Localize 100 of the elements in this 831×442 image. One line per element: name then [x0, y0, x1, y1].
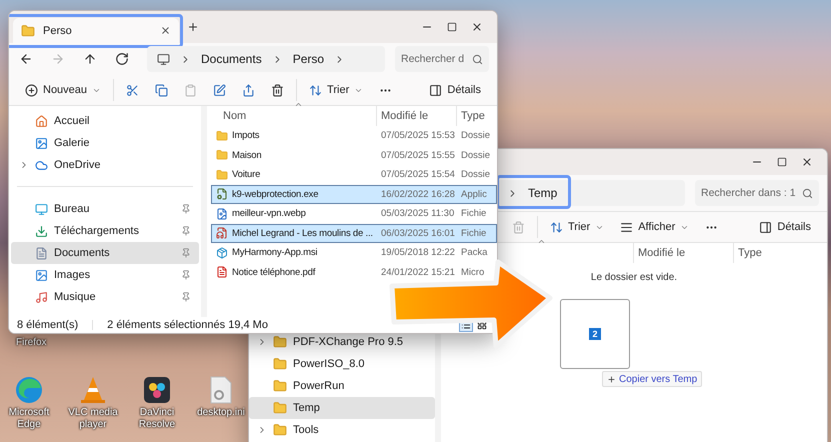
lines-icon	[620, 220, 634, 234]
type-cell: Dossie	[461, 150, 490, 161]
breadcrumb[interactable]: Temp	[528, 186, 558, 200]
plus-icon	[607, 374, 616, 384]
search-field[interactable]: Rechercher d	[395, 46, 489, 72]
sort-button[interactable]: Trier	[301, 77, 372, 103]
nav-item[interactable]: PowerISO_8.0	[249, 353, 435, 375]
cut-icon	[126, 84, 140, 96]
address-bar[interactable]: Documents Perso	[147, 46, 385, 72]
new-tab-button[interactable]	[187, 21, 199, 33]
file-name: MyHarmony-App.msi	[232, 247, 318, 258]
rename-icon	[213, 84, 226, 96]
search-icon	[802, 188, 813, 198]
empty-folder-message: Le dossier est vide.	[590, 272, 678, 283]
type-cell: Fichie	[461, 208, 486, 220]
folder-icon	[216, 149, 228, 162]
copy-icon	[155, 84, 168, 96]
back-icon	[19, 52, 33, 66]
column-header[interactable]: Type	[457, 106, 491, 126]
nav-item[interactable]: PDF-XChange Pro 9.5	[249, 331, 435, 353]
close-icon	[160, 25, 171, 36]
column-header[interactable]: Type	[734, 243, 824, 263]
details-button[interactable]: Détails	[421, 77, 489, 103]
file-row[interactable]: MyHarmony-App.msi 19/05/2018 12:22 Packa	[211, 243, 497, 262]
folder-icon	[273, 357, 287, 371]
close-icon	[801, 156, 813, 168]
sidebar-item[interactable]: OneDrive	[11, 154, 199, 176]
file-row[interactable]: Impots 07/05/2025 15:53 Dossie	[211, 126, 497, 146]
pin-icon	[181, 226, 191, 236]
share-icon	[242, 84, 256, 96]
sort-icon	[550, 220, 563, 234]
panel-icon	[429, 84, 442, 96]
pin-icon	[181, 204, 191, 214]
column-header[interactable]: Nom	[211, 106, 377, 126]
sidebar-item[interactable]: Accueil	[11, 110, 199, 132]
folder-icon	[273, 401, 287, 415]
column-header[interactable]: Modifié le	[377, 106, 457, 126]
breadcrumb[interactable]: Perso	[292, 52, 324, 66]
date-cell: 24/01/2022 15:21	[381, 266, 455, 278]
file-row[interactable]: Michel Legrand - Les moulins de ... 06/03/2025 16:01 Fichie	[211, 224, 497, 243]
up-button[interactable]	[83, 52, 97, 66]
plus-icon	[187, 21, 199, 33]
traffic-cone-icon	[80, 376, 106, 404]
plus-circle-button[interactable]: Nouveau	[17, 77, 110, 103]
close-button[interactable]	[471, 21, 483, 33]
file-row[interactable]: k9-webprotection.exe 16/02/2022 16:28 Applic	[211, 184, 497, 204]
sidebar-item[interactable]: Téléchargements	[11, 220, 199, 242]
date-cell: 16/02/2022 16:28	[381, 188, 455, 200]
file-row[interactable]: Notice téléphone.pdf 24/01/2022 15:21 Micro	[211, 262, 497, 282]
folder-icon	[273, 335, 287, 349]
sidebar-item[interactable]: Galerie	[11, 132, 199, 154]
file-row[interactable]: Maison 07/05/2025 15:55 Dossie	[211, 146, 497, 165]
audio-file-icon	[216, 227, 228, 240]
file-name: Michel Legrand - Les moulins de ...	[232, 228, 373, 239]
maximize-button[interactable]	[777, 156, 787, 168]
maximize-icon	[777, 157, 787, 167]
date-cell: 05/03/2025 11:30	[381, 208, 454, 220]
folder-icon	[273, 379, 287, 393]
close-icon	[471, 21, 483, 33]
settings-file-icon	[209, 376, 233, 404]
folder-icon	[216, 130, 228, 142]
date-cell: 07/05/2025 15:53	[381, 130, 455, 142]
file-row[interactable]: meilleur-vpn.webp 05/03/2025 11:30 Fichie	[211, 204, 497, 224]
file-row[interactable]: Voiture 07/05/2025 15:54 Dossie	[211, 165, 497, 184]
app-icon	[143, 376, 171, 404]
document-icon	[35, 246, 48, 260]
file-name: Impots	[232, 130, 260, 142]
home-icon	[35, 114, 48, 128]
column-header[interactable]: Modifié le	[634, 243, 734, 263]
music-icon	[35, 290, 48, 304]
package-icon	[216, 246, 228, 259]
details-button[interactable]: Détails	[751, 214, 819, 240]
desktop-icon	[35, 202, 48, 216]
folder-icon	[21, 24, 35, 38]
nav-item[interactable]: Temp	[249, 397, 435, 419]
nav-item[interactable]: Tools	[249, 419, 435, 441]
drop-tooltip: Copier vers Temp	[602, 371, 702, 387]
back-button[interactable]	[19, 52, 33, 66]
date-cell: 07/05/2025 15:55	[381, 150, 455, 161]
date-cell: 07/05/2025 15:54	[381, 169, 455, 180]
panel-icon	[759, 220, 772, 234]
type-cell: Micro	[461, 266, 484, 278]
sidebar-item[interactable]: Bureau	[11, 198, 199, 220]
sidebar-item[interactable]: Documents	[11, 242, 199, 264]
breadcrumb[interactable]: Documents	[201, 52, 262, 66]
date-cell: 06/03/2025 16:01	[381, 228, 455, 239]
pdf-file-icon	[216, 266, 228, 278]
close-button[interactable]	[801, 156, 813, 168]
sort-icon	[309, 84, 322, 96]
sidebar-item[interactable]: Musique	[11, 286, 199, 308]
clipboard-icon	[184, 84, 198, 96]
refresh-icon	[115, 52, 129, 66]
refresh-button[interactable]	[115, 52, 129, 66]
lines-button[interactable]: Afficher	[612, 214, 698, 240]
sidebar-item[interactable]: Images	[11, 264, 199, 286]
search-field[interactable]: Rechercher dans : 1	[695, 180, 819, 206]
sort-button[interactable]: Trier	[542, 214, 612, 240]
edge-icon	[15, 376, 43, 404]
maximize-button[interactable]	[447, 21, 457, 33]
nav-item[interactable]: PowerRun	[249, 375, 435, 397]
